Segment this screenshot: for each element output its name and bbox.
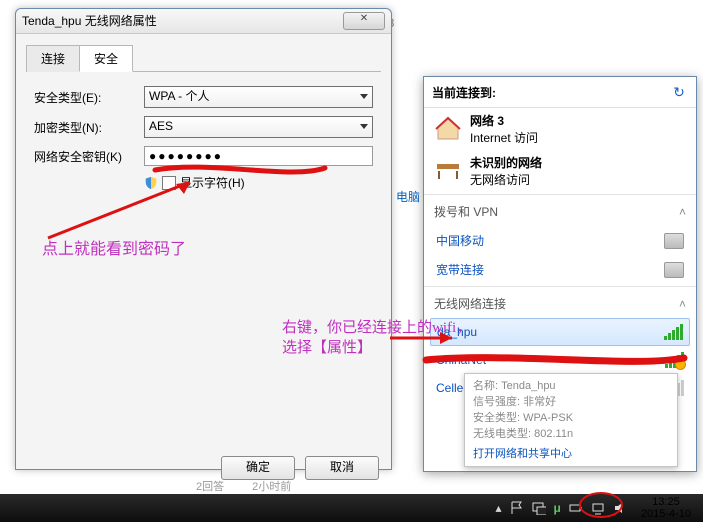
tray-app-icon[interactable]: μ <box>554 501 561 515</box>
uac-shield-icon <box>144 176 158 190</box>
bg-text: 电脑 <box>396 188 420 205</box>
dialog-titlebar[interactable]: Tenda_hpu 无线网络属性 ✕ <box>16 9 391 34</box>
bench-icon <box>434 161 462 181</box>
unknown-net-name: 未识别的网络 <box>470 154 542 171</box>
network-icon[interactable] <box>591 501 605 515</box>
current-network-2: 未识别的网络无网络访问 <box>424 150 696 192</box>
system-tray: ▴ μ 13:252015-4-10 <box>495 494 697 522</box>
security-type-dropdown[interactable]: WPA - 个人 <box>144 86 373 108</box>
current-net-status: Internet 访问 <box>470 129 538 146</box>
volume-icon[interactable] <box>613 501 627 515</box>
tray-chevron-up-icon[interactable]: ▴ <box>495 501 501 515</box>
wifi-item-selected[interactable]: da_hpu <box>430 318 690 346</box>
security-type-label: 安全类型(E): <box>34 89 144 106</box>
tab-security[interactable]: 安全 <box>79 45 133 72</box>
encryption-type-label: 加密类型(N): <box>34 119 144 136</box>
dial-item[interactable]: 中国移动 <box>424 226 696 255</box>
network-key-input[interactable]: ●●●●●●●● <box>144 146 373 166</box>
show-characters-label: 显示字符(H) <box>180 174 245 191</box>
network-key-label: 网络安全密钥(K) <box>34 148 144 165</box>
battery-icon[interactable] <box>569 501 583 515</box>
dialup-section-header[interactable]: 拨号和 VPN˄ <box>424 197 696 226</box>
dialog-title: Tenda_hpu 无线网络属性 <box>22 9 343 33</box>
close-button[interactable]: ✕ <box>343 12 385 30</box>
house-icon <box>434 116 462 142</box>
chevron-up-icon: ˄ <box>679 205 686 219</box>
signal-bars-icon <box>664 324 683 340</box>
tray-network-icon[interactable] <box>532 501 546 515</box>
chevron-up-icon: ˄ <box>679 297 686 311</box>
wifi-tooltip: 名称: Tenda_hpu 信号强度: 非常好 安全类型: WPA-PSK 无线… <box>464 373 678 467</box>
refresh-icon[interactable]: ↻ <box>670 83 688 101</box>
signal-bars-icon <box>665 352 684 368</box>
show-characters-checkbox[interactable] <box>162 176 176 190</box>
tab-connection[interactable]: 连接 <box>26 45 80 72</box>
unknown-net-status: 无网络访问 <box>470 171 542 188</box>
encryption-type-dropdown[interactable]: AES <box>144 116 373 138</box>
taskbar-clock[interactable]: 13:252015-4-10 <box>635 496 697 520</box>
wifi-item[interactable]: ChinaNet <box>424 346 696 374</box>
wifi-ssid: ChinaNet <box>436 353 486 367</box>
network-flyout: 当前连接到: ↻ 网络 3Internet 访问 未识别的网络无网络访问 拨号和… <box>423 76 697 472</box>
modem-icon <box>664 262 684 278</box>
open-network-center-link[interactable]: 打开网络和共享中心 <box>473 446 669 462</box>
flyout-header: 当前连接到: <box>432 84 670 101</box>
current-network-1: 网络 3Internet 访问 <box>424 108 696 150</box>
current-net-name: 网络 3 <box>470 112 538 129</box>
modem-icon <box>664 233 684 249</box>
wifi-ssid: da_hpu <box>437 325 477 339</box>
tab-strip: 连接 安全 <box>26 44 381 72</box>
ok-button[interactable]: 确定 <box>221 456 295 480</box>
flag-icon[interactable] <box>510 501 524 515</box>
wireless-section-header[interactable]: 无线网络连接˄ <box>424 289 696 318</box>
dial-item[interactable]: 宽带连接 <box>424 255 696 284</box>
cancel-button[interactable]: 取消 <box>305 456 379 480</box>
wireless-properties-dialog: Tenda_hpu 无线网络属性 ✕ 连接 安全 安全类型(E): WPA - … <box>15 8 392 470</box>
